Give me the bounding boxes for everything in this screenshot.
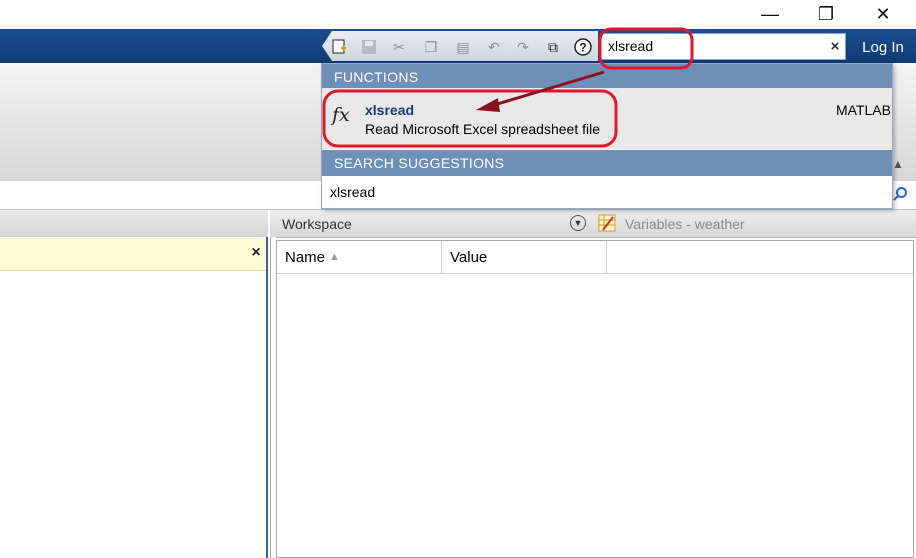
collapse-ribbon-icon[interactable]: ▲ [892, 157, 908, 173]
column-header-name[interactable]: Name ▲ [277, 241, 442, 273]
restore-icon[interactable]: ❐ [803, 0, 849, 29]
search-suggestions-header: SEARCH SUGGESTIONS [322, 150, 892, 176]
switch-windows-icon[interactable]: ⧉ [544, 38, 562, 56]
workspace-table [276, 240, 914, 558]
clear-search-icon[interactable]: × [826, 36, 844, 56]
new-script-icon[interactable] [331, 38, 349, 56]
function-result-xlsread[interactable] [322, 88, 892, 149]
functions-section-header: FUNCTIONS [322, 64, 892, 89]
svg-text:?: ? [579, 41, 586, 55]
function-description: Read Microsoft Excel spreadsheet file [365, 121, 600, 137]
help-icon[interactable]: ? [574, 38, 592, 56]
info-banner [0, 238, 266, 271]
paste-icon[interactable]: ▤ [454, 38, 472, 56]
close-banner-icon[interactable]: × [247, 243, 265, 263]
search-suggestion-text[interactable]: xlsread [330, 184, 375, 200]
minimize-icon[interactable]: — [747, 0, 793, 29]
workspace-actions-icon[interactable]: ▼ [570, 215, 586, 231]
cut-icon[interactable]: ✂ [390, 38, 408, 56]
column-header-value[interactable]: Value [442, 241, 607, 273]
column-value-label: Value [450, 248, 488, 266]
search-input-value[interactable]: xlsread [608, 38, 653, 54]
function-source: MATLAB [836, 102, 891, 118]
left-panel-header [0, 210, 268, 238]
workspace-header [270, 210, 916, 238]
sort-ascending-icon: ▲ [329, 251, 340, 263]
tab-variables-weather[interactable]: Variables - weather [625, 216, 745, 232]
function-icon: fx [332, 104, 350, 126]
left-panel [0, 237, 268, 558]
column-name-label: Name [285, 248, 326, 266]
redo-icon[interactable]: ↷ [514, 38, 532, 56]
search-suggestion-item[interactable] [322, 176, 892, 208]
undo-icon[interactable]: ↶ [485, 38, 503, 56]
copy-icon[interactable]: ❐ [422, 38, 440, 56]
search-folder-icon[interactable] [892, 186, 910, 204]
close-icon[interactable]: ✕ [860, 0, 906, 29]
variables-icon[interactable] [598, 214, 616, 232]
function-name[interactable]: xlsread [365, 102, 414, 118]
save-icon[interactable] [360, 38, 378, 56]
workspace-title: Workspace [282, 216, 352, 232]
login-button[interactable]: Log In [852, 36, 914, 58]
